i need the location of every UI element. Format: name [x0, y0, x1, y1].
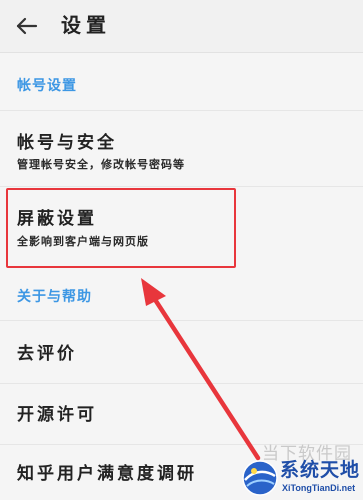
annotation-arrow-icon [141, 278, 261, 461]
watermark: 当下软件园 系统天地 XiTongTianDi.net [236, 436, 363, 500]
globe-logo-icon [242, 460, 278, 496]
watermark-url: XiTongTianDi.net [282, 483, 356, 493]
watermark-brand: 系统天地 [280, 459, 361, 481]
